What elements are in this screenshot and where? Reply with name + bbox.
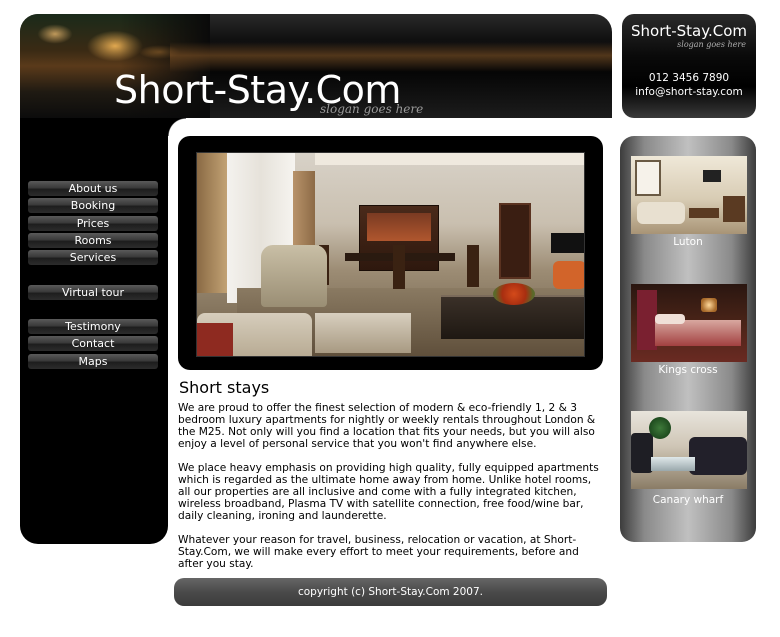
contact-email[interactable]: info@short-stay.com xyxy=(622,86,756,98)
content-heading: Short stays xyxy=(179,378,270,397)
location-thumb-luton[interactable] xyxy=(631,156,747,234)
footer-copyright: copyright (c) Short-Stay.Com 2007. xyxy=(297,586,483,598)
nav-item-contact[interactable]: Contact xyxy=(28,336,158,351)
nav-item-prices[interactable]: Prices xyxy=(28,216,158,231)
nav-item-maps[interactable]: Maps xyxy=(28,354,158,369)
contact-site-title: Short-Stay.Com xyxy=(630,22,748,40)
nav-item-virtual-tour[interactable]: Virtual tour xyxy=(28,285,158,300)
site-footer: copyright (c) Short-Stay.Com 2007. xyxy=(174,578,607,606)
locations-sidebar: Luton Kings cross Canary wharf xyxy=(620,136,756,542)
nav-item-rooms[interactable]: Rooms xyxy=(28,233,158,248)
hero-living-room-photo xyxy=(196,152,585,357)
location-label-canary-wharf[interactable]: Canary wharf xyxy=(620,494,756,506)
contact-phone: 012 3456 7890 xyxy=(648,72,730,84)
hero-image-frame xyxy=(178,136,603,370)
content-paragraph-travel: Whatever your reason for travel, busines… xyxy=(178,534,579,571)
site-header: Short-Stay.Com slogan goes here xyxy=(20,14,612,118)
nav-item-testimony[interactable]: Testimony xyxy=(28,319,158,334)
left-nav-sidebar: About us Booking Prices Rooms Services V… xyxy=(20,118,186,544)
location-thumb-canary-wharf[interactable] xyxy=(631,411,747,489)
location-label-luton[interactable]: Luton xyxy=(620,236,756,248)
location-label-kings-cross[interactable]: Kings cross xyxy=(620,364,756,376)
location-thumb-kings-cross[interactable] xyxy=(631,284,747,362)
site-slogan: slogan goes here xyxy=(320,102,424,116)
nav-item-booking[interactable]: Booking xyxy=(28,198,158,213)
content-paragraph-intro: We are proud to offer the finest selecti… xyxy=(178,402,596,451)
contact-box: Short-Stay.Com slogan goes here 012 3456… xyxy=(622,14,756,118)
content-paragraph-quality: We place heavy emphasis on providing hig… xyxy=(178,462,599,523)
nav-item-services[interactable]: Services xyxy=(28,250,158,265)
contact-slogan: slogan goes here xyxy=(677,40,746,49)
nav-item-about-us[interactable]: About us xyxy=(28,181,158,196)
